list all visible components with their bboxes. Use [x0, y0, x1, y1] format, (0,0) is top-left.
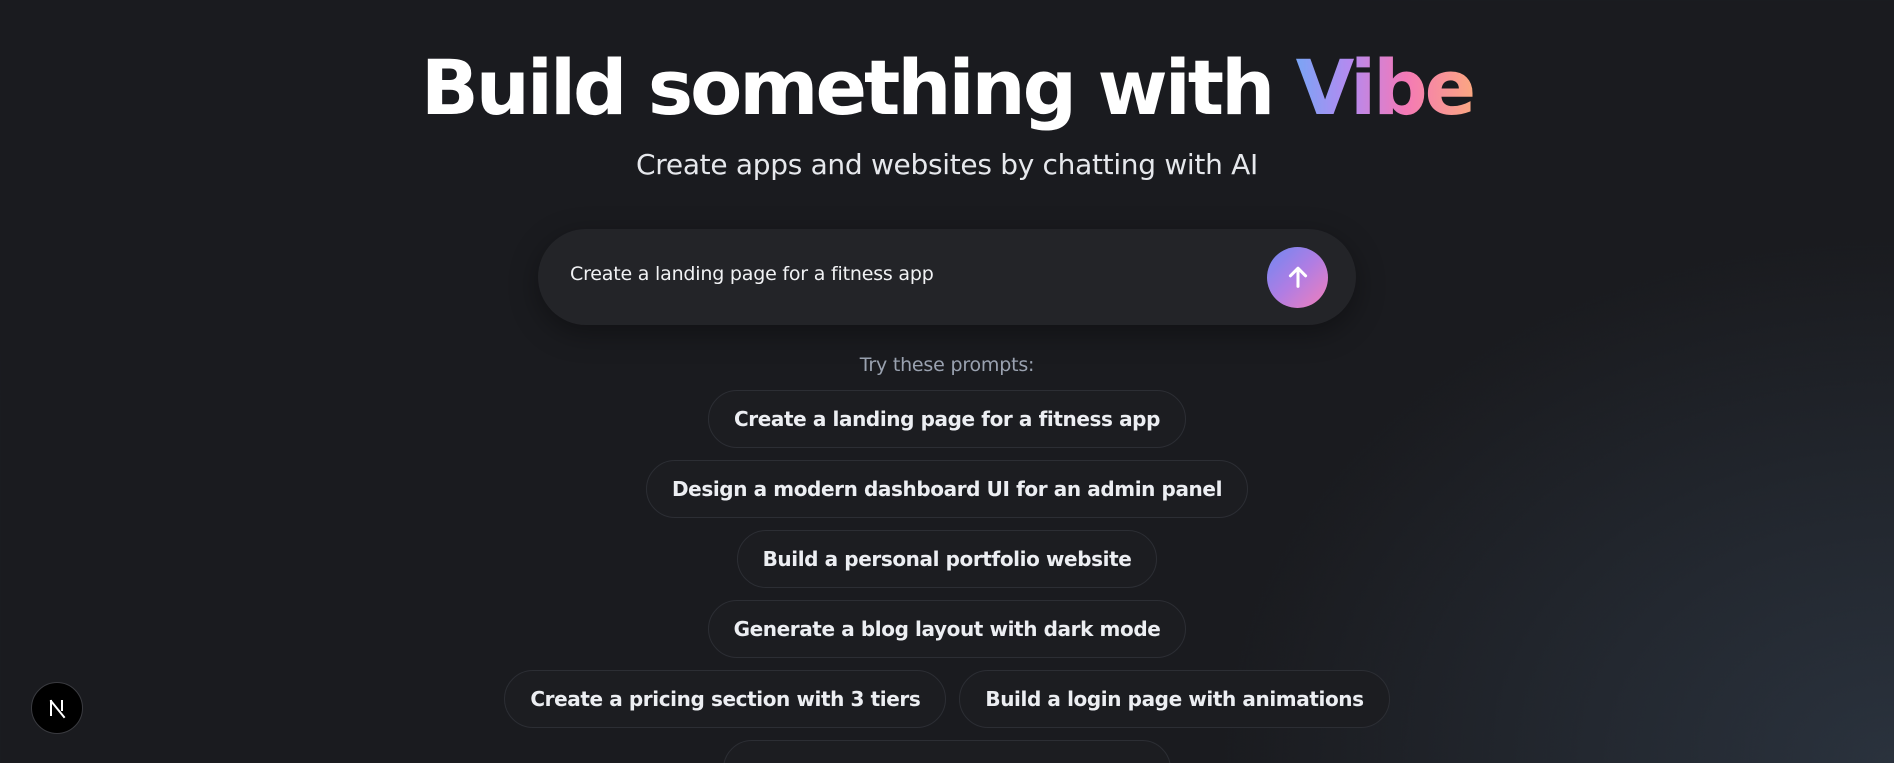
- prompt-chip-admin-dashboard[interactable]: Design a modern dashboard UI for an admi…: [645, 460, 1249, 518]
- prompt-row: Generate a blog layout with dark mode: [707, 600, 1187, 658]
- prompt-chip-portfolio[interactable]: Build a personal portfolio website: [736, 530, 1158, 588]
- chat-input[interactable]: [568, 262, 1267, 286]
- prompt-chip-pricing-section[interactable]: Create a pricing section with 3 tiers: [504, 670, 947, 728]
- prompt-row: Build a personal portfolio website: [736, 530, 1158, 588]
- title-accent: Vibe: [1295, 43, 1476, 132]
- page-title: Build something with Vibe: [420, 43, 1476, 132]
- send-button[interactable]: [1267, 246, 1328, 308]
- prompt-row: Create a pricing section with 3 tiers Bu…: [504, 670, 1390, 728]
- prompt-row: Create a landing page for a fitness app: [707, 390, 1187, 448]
- arrow-up-icon: [1288, 266, 1307, 288]
- prompt-chip-fitness-landing[interactable]: Create a landing page for a fitness app: [707, 390, 1187, 448]
- prompt-chip-blog-dark-mode[interactable]: Generate a blog layout with dark mode: [707, 600, 1187, 658]
- chat-box: [538, 229, 1356, 325]
- title-main: Build something with: [420, 43, 1296, 132]
- prompt-chip-login-page[interactable]: Build a login page with animations: [959, 670, 1390, 728]
- prompt-chip-partially-visible[interactable]: [723, 740, 1171, 763]
- prompts-label: Try these prompts:: [859, 354, 1035, 376]
- nextjs-dev-badge[interactable]: [31, 682, 83, 734]
- nextjs-logo-icon: [49, 699, 66, 719]
- prompt-row: Design a modern dashboard UI for an admi…: [645, 460, 1249, 518]
- page-subtitle: Create apps and websites by chatting wit…: [636, 148, 1258, 181]
- hero: Build something with Vibe Create apps an…: [0, 0, 1894, 763]
- prompt-row: [723, 740, 1171, 763]
